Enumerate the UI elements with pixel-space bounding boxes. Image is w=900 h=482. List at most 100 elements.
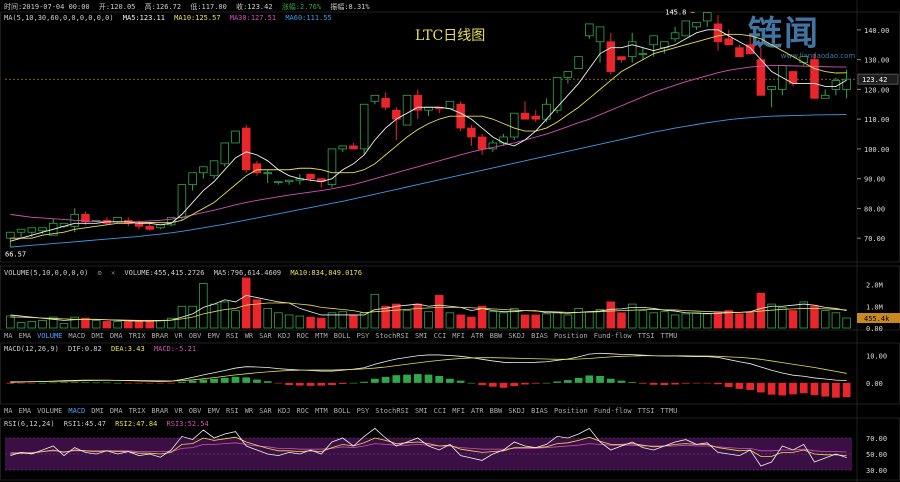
macd-hist-bar [403, 374, 411, 383]
volume-bar [767, 303, 776, 329]
macd-hist-bar [821, 382, 830, 397]
ma60-line [10, 114, 847, 248]
macd-hist-bar [295, 382, 304, 386]
current-price-label: 123.42 [862, 76, 887, 84]
volume-bar [392, 303, 401, 329]
candle-body [702, 12, 712, 22]
volume-bar [338, 311, 347, 329]
macd-hist-bar [371, 378, 379, 383]
candle-body [542, 103, 551, 120]
volume-bar [124, 321, 133, 329]
macd-hist-bar [253, 379, 261, 383]
macd-hist-bar [510, 382, 519, 387]
candle-body [713, 23, 723, 43]
rsi-tick-label: 30.00 [866, 467, 887, 475]
volume-bar [27, 321, 37, 329]
volume-bar [349, 314, 358, 329]
candle-body [820, 94, 830, 99]
candle-body [402, 94, 412, 126]
volume-bar [595, 309, 605, 329]
macd-hist-bar [263, 381, 272, 383]
macd-hist-bar [49, 382, 58, 384]
volume-bar [241, 277, 251, 329]
candle-body [842, 78, 851, 90]
volume-bar [59, 323, 69, 329]
candle-body [359, 103, 369, 150]
macd-hist-bar [810, 382, 819, 396]
macd-hist-bar [167, 382, 176, 384]
macd-hist-bar [156, 382, 165, 384]
volume-bar [231, 310, 240, 329]
macd-hist-bar [17, 382, 25, 384]
volume-bar [542, 313, 551, 329]
ma10-line [10, 33, 847, 239]
macd-hist-bar [102, 382, 111, 384]
volume-tick-label: 2.0M [866, 282, 883, 290]
macd-hist-bar [199, 379, 208, 383]
candle-body [563, 71, 573, 78]
volume-bar [499, 312, 508, 329]
candle-body [263, 172, 272, 175]
ma5-line [10, 29, 847, 242]
candle-body [810, 59, 819, 99]
panel-frame-2 [0, 342, 900, 405]
candle-body [510, 112, 519, 138]
macd-hist-bar [660, 382, 669, 386]
candle-body [531, 115, 540, 120]
candle-body [231, 130, 240, 144]
candle-body [799, 56, 809, 63]
volume-bar [477, 305, 487, 329]
volume-bar [520, 314, 530, 329]
volume-bar [778, 306, 787, 329]
candle-body [585, 23, 594, 37]
macd-hist-bar [628, 382, 637, 383]
macd-hist-bar [242, 377, 251, 383]
macd-hist-bar [671, 382, 679, 385]
candle-body [6, 231, 15, 239]
volume-bar [38, 319, 47, 329]
macd-hist-bar [757, 382, 765, 393]
candle-body [38, 227, 47, 232]
candle-body [617, 56, 626, 61]
macd-hist-bar [714, 382, 722, 385]
rsi-tick-label: 50.00 [866, 451, 887, 459]
candle-body [681, 20, 691, 37]
volume-bar [145, 321, 155, 329]
candle-body [177, 184, 187, 218]
candle-body [756, 59, 766, 96]
volume-bar [209, 303, 219, 329]
volume-bar [402, 310, 412, 329]
macd-hist-bar [231, 376, 240, 383]
macd-hist-bar [639, 382, 647, 384]
volume-bar [552, 312, 562, 329]
macd-hist-bar [724, 382, 733, 387]
candle-body [638, 53, 648, 56]
volume-bar [488, 311, 498, 329]
volume-bar [16, 322, 26, 329]
volume-bar [692, 312, 701, 329]
chart-canvas[interactable]: 140.00 130.00 120.00 110.00 100.00 90.00 80.00… [0, 0, 900, 482]
candle-body [27, 227, 37, 233]
macd-hist-bar [478, 382, 486, 386]
candle-body [241, 127, 251, 171]
macd-hist-bar [703, 382, 712, 384]
volume-bar [91, 319, 101, 329]
candle-body [220, 142, 230, 165]
macd-hist-bar [564, 380, 572, 383]
macd-hist-bar [456, 380, 465, 383]
macd-hist-bar [60, 382, 68, 383]
volume-bar [467, 316, 476, 329]
candle-body [445, 100, 455, 110]
volume-bar [713, 312, 723, 329]
price-tick-label: 100.00 [864, 146, 889, 154]
volume-tick-label: 0.00 [866, 325, 883, 333]
macd-hist-bar [27, 382, 36, 384]
macd-hist-bar [789, 382, 797, 395]
macd-hist-bar [606, 378, 615, 383]
volume-bar [810, 305, 819, 329]
volume-bar [788, 310, 798, 329]
macd-hist-bar [317, 382, 326, 386]
macd-hist-bar [488, 382, 497, 387]
macd-hist-bar [531, 382, 540, 384]
candle-body [349, 145, 358, 150]
